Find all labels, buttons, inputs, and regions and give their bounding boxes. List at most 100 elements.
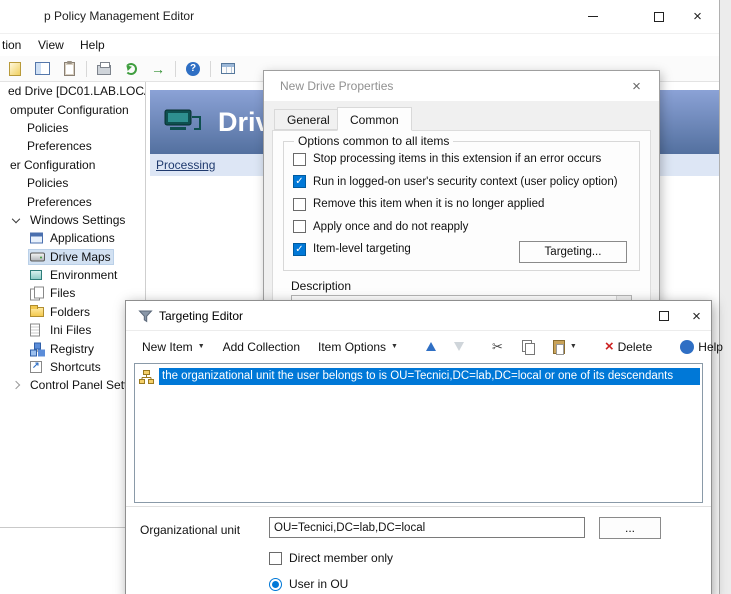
option-remove-this-item-when-it-is-no-longer-applied[interactable]: Remove this item when it is no longer ap…	[293, 193, 639, 216]
organizational-unit-input[interactable]	[269, 517, 585, 538]
funnel-icon	[138, 309, 153, 324]
cut-button[interactable]	[484, 335, 511, 359]
tree-item-er-configuration[interactable]: er Configuration	[0, 156, 145, 174]
move-up-button[interactable]	[418, 338, 444, 355]
tab-general[interactable]: General	[274, 109, 343, 130]
browse-button[interactable]: ...	[599, 517, 661, 539]
qhelp-icon	[680, 340, 694, 354]
dropdown-caret-icon: ▼	[570, 343, 577, 350]
options-groupbox: Options common to all items Stop process…	[283, 141, 640, 271]
targeting-close-button[interactable]: ×	[680, 301, 713, 331]
tree-item-policies[interactable]: Policies	[0, 119, 145, 137]
help-label: Help	[698, 340, 723, 354]
chevron-expanded-icon[interactable]	[12, 215, 20, 223]
tab-common[interactable]: Common	[337, 107, 412, 131]
option-stop-processing-items-in-this-extension-if-an-error-occurs[interactable]: Stop processing items in this extension …	[293, 148, 639, 171]
move-down-button[interactable]	[446, 338, 472, 355]
tree-item-files[interactable]: Files	[0, 284, 145, 302]
tree-item-environment[interactable]: Environment	[0, 266, 145, 284]
organizational-unit-item-icon	[139, 370, 154, 384]
down-arrow-icon	[454, 342, 464, 351]
tree-item-folders[interactable]: Folders	[0, 303, 145, 321]
tree-item-preferences[interactable]: Preferences	[0, 192, 145, 210]
tree-item-policies[interactable]: Policies	[0, 174, 145, 192]
tree-item-label: er Configuration	[10, 158, 95, 172]
direct-member-checkbox[interactable]	[269, 552, 282, 565]
menu-view[interactable]: View	[38, 38, 64, 52]
new-item-button[interactable]: New Item▼	[134, 336, 213, 358]
table-view-icon	[221, 63, 235, 74]
toolbar-separator	[86, 61, 87, 77]
clipboard-button[interactable]	[59, 59, 79, 79]
tree-item-windows-settings[interactable]: Windows Settings	[0, 211, 145, 229]
tree-item-label: Applications	[50, 231, 115, 245]
chevron-collapsed-icon[interactable]	[12, 381, 20, 389]
minimize-icon	[588, 16, 598, 17]
help-button[interactable]: Help	[672, 336, 731, 358]
refresh-button[interactable]	[121, 59, 141, 79]
minimize-button[interactable]	[570, 0, 615, 33]
targeting-titlebar[interactable]: Targeting Editor ×	[126, 301, 711, 331]
targeting-item-list[interactable]: the organizational unit the user belongs…	[134, 363, 703, 503]
registry-icon	[30, 342, 44, 355]
tree-item-registry[interactable]: Registry	[0, 339, 145, 357]
targeting-list-item[interactable]: the organizational unit the user belongs…	[137, 367, 700, 386]
tree-item-omputer-configuration[interactable]: omputer Configuration	[0, 100, 145, 118]
maximize-icon	[659, 311, 669, 321]
close-button[interactable]: ×	[675, 0, 720, 33]
user-in-ou-radio[interactable]	[269, 578, 282, 591]
targeting-editor-dialog: Targeting Editor × New Item▼ Add Collecti…	[125, 300, 712, 594]
checkbox-label: Remove this item when it is no longer ap…	[313, 198, 544, 210]
console-button[interactable]	[5, 59, 25, 79]
delete-button[interactable]: Delete	[597, 335, 660, 358]
tree-item-label: Environment	[50, 268, 117, 282]
direct-member-only-option[interactable]: Direct member only	[269, 551, 393, 565]
tree-item-label: Files	[50, 286, 75, 300]
user-in-ou-label: User in OU	[289, 577, 348, 591]
environment-icon	[30, 270, 42, 280]
tree-item-preferences[interactable]: Preferences	[0, 137, 145, 155]
option-apply-once-and-do-not-reapply[interactable]: Apply once and do not reapply	[293, 216, 639, 239]
print-button[interactable]	[94, 59, 114, 79]
gpme-titlebar[interactable]: p Policy Management Editor ×	[0, 0, 719, 34]
tree-item-label: Ini Files	[50, 323, 91, 337]
user-in-ou-option[interactable]: User in OU	[269, 577, 348, 591]
menu-tion[interactable]: tion	[2, 38, 21, 52]
targeting-button[interactable]: Targeting...	[519, 241, 627, 263]
tree-item-shortcuts[interactable]: Shortcuts	[0, 358, 145, 376]
qhelp-button[interactable]	[183, 59, 203, 79]
checkbox-unchecked[interactable]	[293, 153, 306, 166]
menu-help[interactable]: Help	[80, 38, 105, 52]
tree-item-applications[interactable]: Applications	[0, 229, 145, 247]
tree-item-ini-files[interactable]: Ini Files	[0, 321, 145, 339]
copy-button[interactable]	[513, 336, 543, 358]
common-tab-page: Options common to all items Stop process…	[272, 130, 651, 314]
add-collection-label: Add Collection	[223, 340, 300, 354]
export-button[interactable]	[148, 59, 168, 79]
add-collection-button[interactable]: Add Collection	[215, 336, 308, 358]
paste-button[interactable]: ▼	[545, 336, 585, 358]
option-run-in-logged-on-user-s-security-context-user-policy-option[interactable]: Run in logged-on user's security context…	[293, 171, 639, 194]
checkbox-unchecked[interactable]	[293, 198, 306, 211]
organizational-unit-label: Organizational unit	[140, 523, 240, 537]
tree-toggle-button[interactable]	[32, 59, 52, 79]
refresh-icon	[125, 63, 137, 75]
item-options-button[interactable]: Item Options▼	[310, 336, 406, 358]
tree-item-drive-maps[interactable]: Drive Maps	[0, 248, 145, 266]
processing-link[interactable]: Processing	[156, 158, 215, 172]
checkbox-unchecked[interactable]	[293, 220, 306, 233]
tree-item-label: Drive Maps	[50, 250, 111, 264]
checkbox-checked[interactable]	[293, 175, 306, 188]
shortcuts-icon	[30, 361, 42, 373]
description-label: Description	[291, 279, 351, 293]
tree-item-label: Folders	[50, 305, 90, 319]
targeting-maximize-button[interactable]	[647, 301, 680, 331]
checkbox-checked[interactable]	[293, 243, 306, 256]
tree-item-ed-drive-dc01-lab-loca[interactable]: ed Drive [DC01.LAB.LOCA	[0, 82, 145, 100]
checkbox-label: Run in logged-on user's security context…	[313, 176, 618, 188]
table-view-button[interactable]	[218, 59, 238, 79]
drive-dialog-titlebar[interactable]: New Drive Properties ×	[264, 71, 659, 101]
tree-item-control-panel-sett[interactable]: Control Panel Sett	[0, 376, 145, 394]
drive-dialog-close-button[interactable]: ×	[614, 71, 659, 101]
new-drive-properties-dialog: New Drive Properties × General Common Op…	[263, 70, 660, 315]
